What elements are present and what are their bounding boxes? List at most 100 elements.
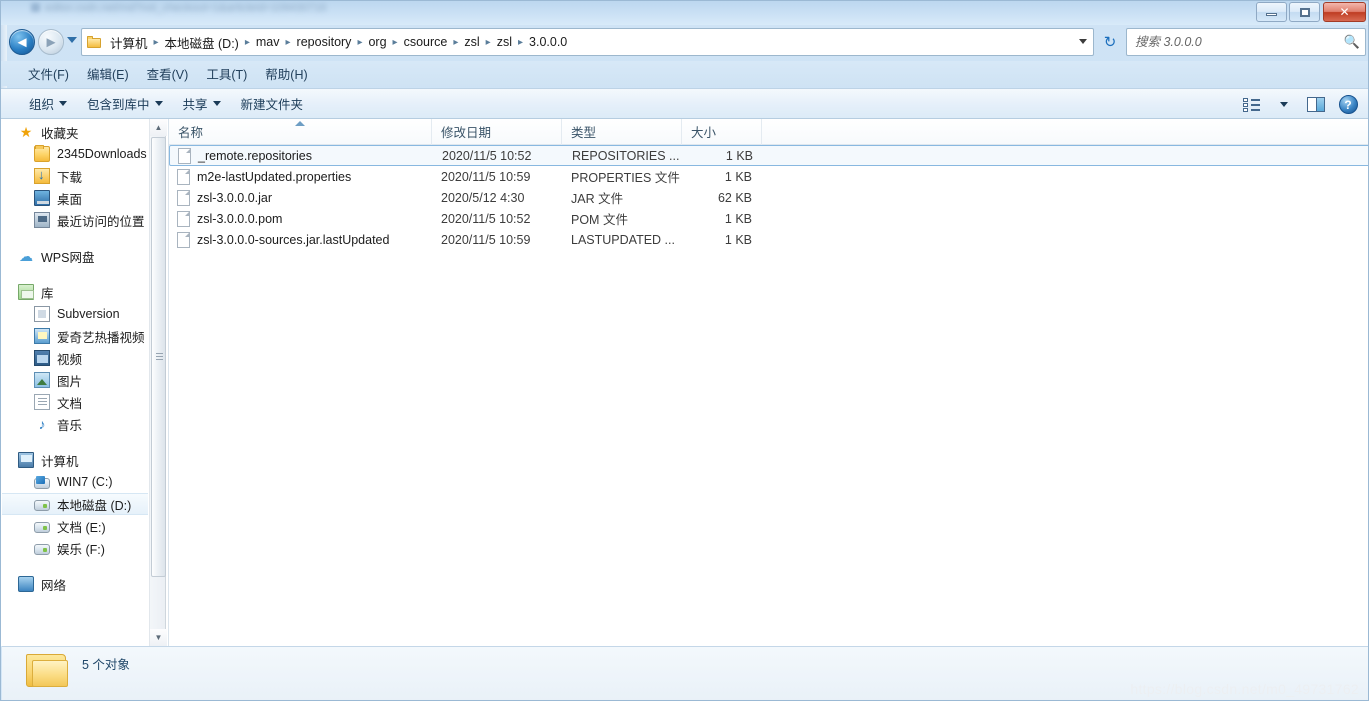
breadcrumb-item[interactable]: 3.0.0.0 xyxy=(524,33,572,51)
cloud-icon: ☁ xyxy=(19,248,33,264)
sidebar-item-subversion[interactable]: Subversion xyxy=(2,303,148,325)
file-name-cell: _remote.repositories xyxy=(170,145,433,166)
address-dropdown-caret-icon[interactable] xyxy=(1079,39,1087,44)
sidebar-item-label: 桌面 xyxy=(57,192,83,207)
sidebar-item-f[interactable]: 娱乐 (F:) xyxy=(2,537,148,559)
sidebar-item-[interactable]: 下载 xyxy=(2,165,148,187)
column-header-name[interactable]: 名称 xyxy=(169,118,432,145)
view-list-button[interactable] xyxy=(1238,93,1266,117)
toolbar-button-label: 新建文件夹 xyxy=(240,98,304,112)
toolbar-button[interactable]: 新建文件夹 xyxy=(231,90,314,117)
sidebar-item-[interactable]: 计算机 xyxy=(2,449,148,471)
file-icon xyxy=(177,189,190,206)
breadcrumb-item[interactable]: mav xyxy=(251,33,285,51)
sidebar-item-label: 娱乐 (F:) xyxy=(57,542,105,557)
help-icon: ? xyxy=(1338,95,1358,114)
close-button[interactable]: ✕ xyxy=(1323,2,1366,22)
menu-item[interactable]: 帮助(H) xyxy=(256,61,316,86)
help-button[interactable]: ? xyxy=(1334,93,1362,117)
recent-locations-caret-icon[interactable] xyxy=(67,37,77,43)
address-bar[interactable]: 计算机 ▸ 本地磁盘 (D:) ▸ mav ▸ repository ▸ org ▸ csource… xyxy=(81,28,1094,56)
toolbar-button[interactable]: 包含到库中 xyxy=(77,90,173,117)
chevron-down-icon xyxy=(1280,102,1288,107)
table-row[interactable]: zsl-3.0.0.0.jar 2020/5/12 4:30 JAR 文件 62 KB xyxy=(169,187,1368,208)
column-header-name-label: 名称 xyxy=(178,126,204,140)
scrollbar-thumb[interactable] xyxy=(151,137,166,577)
sidebar-item-label: WPS网盘 xyxy=(41,250,95,265)
file-date-cell: 2020/5/12 4:30 xyxy=(441,190,525,205)
breadcrumb-item[interactable]: org xyxy=(363,33,391,51)
column-header-size[interactable]: 大小 xyxy=(682,118,762,145)
menu-item[interactable]: 编辑(E) xyxy=(78,61,138,86)
menu-item[interactable]: 工具(T) xyxy=(197,61,256,86)
table-row[interactable]: zsl-3.0.0.0-sources.jar.lastUpdated 2020/… xyxy=(169,229,1368,250)
breadcrumb-separator-icon[interactable]: ▸ xyxy=(245,37,250,48)
file-name-cell: zsl-3.0.0.0.jar xyxy=(169,187,432,208)
sidebar-item-[interactable]: 网络 xyxy=(2,573,148,595)
breadcrumb-separator-icon[interactable]: ▸ xyxy=(357,37,362,48)
toolbar-button[interactable]: 组织 xyxy=(19,90,77,117)
title-bar: editor.csdn.net/md?not_checkout=1&articl… xyxy=(1,1,1368,25)
table-row[interactable]: _remote.repositories 2020/11/5 10:52 REPOS… xyxy=(169,145,1368,166)
toolbar-button-label: 包含到库中 xyxy=(87,98,150,112)
sidebar-item-d[interactable]: 本地磁盘 (D:) xyxy=(2,493,148,515)
sidebar-item-[interactable]: 桌面 xyxy=(2,187,148,209)
breadcrumb-separator-icon[interactable]: ▸ xyxy=(154,37,159,48)
breadcrumb-item[interactable]: 本地磁盘 (D:) xyxy=(160,31,244,54)
sidebar-item-[interactable]: ♪ 音乐 xyxy=(2,413,148,435)
item-count-label: 5 个对象 xyxy=(82,658,130,672)
sidebar-item-wps[interactable]: ☁ WPS网盘 xyxy=(2,245,148,267)
file-size-cell: 1 KB xyxy=(724,232,752,247)
file-name-label: _remote.repositories xyxy=(198,148,312,163)
table-row[interactable]: m2e-lastUpdated.properties 2020/11/5 10:5… xyxy=(169,166,1368,187)
file-name-label: m2e-lastUpdated.properties xyxy=(197,169,352,184)
picture-icon xyxy=(34,372,50,388)
sidebar-item-[interactable]: 爱奇艺热播视频 xyxy=(2,325,148,347)
breadcrumb-separator-icon[interactable]: ▸ xyxy=(286,37,291,48)
toolbar-button[interactable]: 共享 xyxy=(173,90,231,117)
table-row[interactable]: zsl-3.0.0.0.pom 2020/11/5 10:52 POM 文件 1 KB xyxy=(169,208,1368,229)
breadcrumb-item[interactable]: zsl xyxy=(492,33,517,51)
search-input[interactable] xyxy=(1135,30,1339,54)
sidebar-item-[interactable]: 最近访问的位置 xyxy=(2,209,148,231)
sidebar-item-label: 2345Downloads xyxy=(57,147,147,161)
search-icon[interactable]: 🔍 xyxy=(1339,34,1365,50)
menu-item[interactable]: 查看(V) xyxy=(138,61,198,86)
sidebar-item-e[interactable]: 文档 (E:) xyxy=(2,515,148,537)
scroll-down-icon[interactable]: ▼ xyxy=(150,629,167,646)
window-title: editor.csdn.net/md?not_checkout=1&articl… xyxy=(45,2,327,14)
breadcrumb-item[interactable]: csource xyxy=(399,33,453,51)
maximize-button[interactable] xyxy=(1289,2,1320,22)
breadcrumb-separator-icon[interactable]: ▸ xyxy=(486,37,491,48)
sidebar-item-label: 最近访问的位置 xyxy=(57,214,145,229)
scroll-up-icon[interactable]: ▲ xyxy=(150,119,167,136)
breadcrumb-separator-icon[interactable]: ▸ xyxy=(518,37,523,48)
sidebar-item-label: 视频 xyxy=(57,352,83,367)
breadcrumb-item[interactable]: 计算机 xyxy=(105,31,153,54)
search-box[interactable]: 🔍 xyxy=(1126,28,1366,56)
breadcrumb[interactable]: 计算机 ▸ 本地磁盘 (D:) ▸ mav ▸ repository ▸ org ▸ csource… xyxy=(105,31,572,54)
refresh-button[interactable]: ↻ xyxy=(1098,29,1122,55)
menu-item[interactable]: 文件(F) xyxy=(19,61,78,86)
breadcrumb-item[interactable]: repository xyxy=(292,33,357,51)
sidebar-item-win7c[interactable]: WIN7 (C:) xyxy=(2,471,148,493)
sidebar-item-[interactable]: 图片 xyxy=(2,369,148,391)
preview-pane-button[interactable] xyxy=(1302,93,1330,117)
sidebar-item-[interactable]: 文档 xyxy=(2,391,148,413)
sidebar-item-2345downloads[interactable]: 2345Downloads xyxy=(2,143,148,165)
document-icon xyxy=(34,394,50,410)
column-header-date[interactable]: 修改日期 xyxy=(432,118,562,145)
sidebar-item-[interactable]: 库 xyxy=(2,281,148,303)
navigation-scrollbar[interactable]: ▲ ▼ xyxy=(149,119,167,646)
sidebar-item-[interactable]: 视频 xyxy=(2,347,148,369)
minimize-button[interactable] xyxy=(1256,2,1287,22)
file-name-cell: zsl-3.0.0.0-sources.jar.lastUpdated xyxy=(169,229,432,250)
column-header-type[interactable]: 类型 xyxy=(562,118,682,145)
breadcrumb-separator-icon[interactable]: ▸ xyxy=(393,37,398,48)
sidebar-item-[interactable]: ★ 收藏夹 xyxy=(2,121,148,143)
back-button[interactable]: ◄ xyxy=(9,29,35,55)
forward-button[interactable]: ► xyxy=(38,29,64,55)
view-dropdown-button[interactable] xyxy=(1270,93,1298,117)
breadcrumb-separator-icon[interactable]: ▸ xyxy=(453,37,458,48)
breadcrumb-item[interactable]: zsl xyxy=(459,33,484,51)
